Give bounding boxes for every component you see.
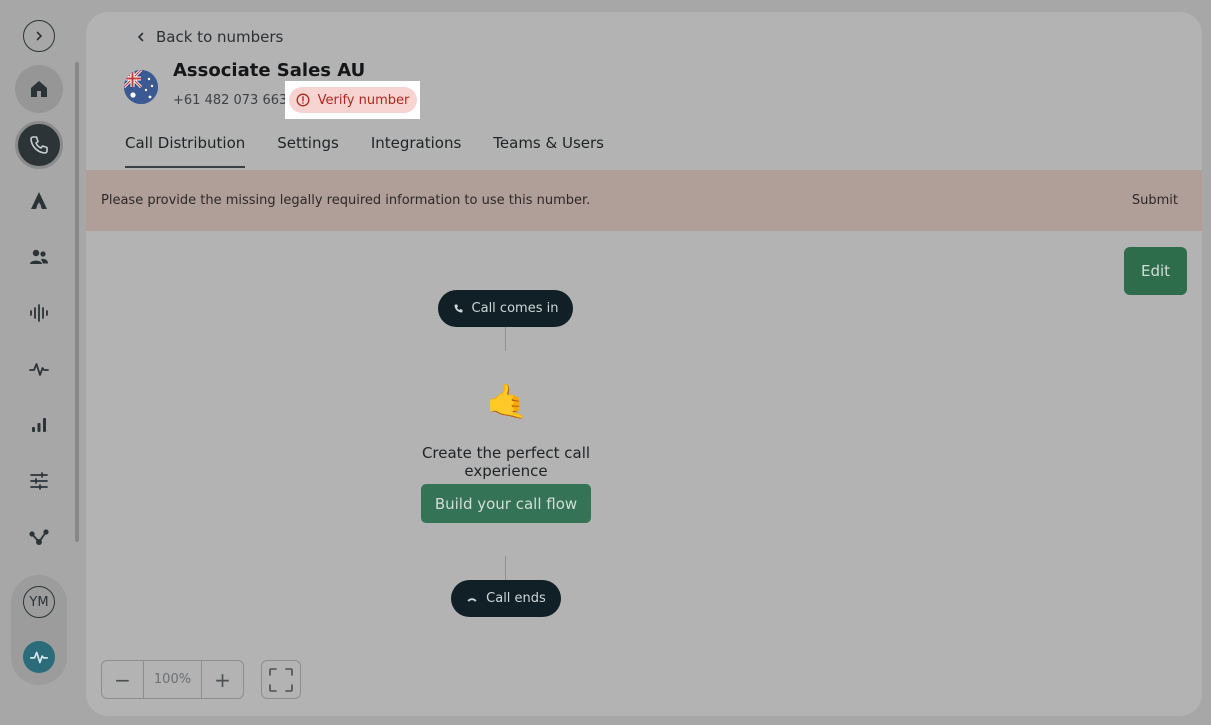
- tab-call-distribution[interactable]: Call Distribution: [125, 134, 246, 168]
- call-comes-in-label: Call comes in: [471, 301, 559, 316]
- status-button[interactable]: [23, 641, 55, 673]
- zoom-in-button[interactable]: +: [202, 661, 243, 698]
- alert-circle-icon: [296, 93, 310, 107]
- aircall-ai-icon: [31, 192, 47, 209]
- settings-sliders-icon: [30, 472, 48, 490]
- contacts-icon: [30, 249, 48, 264]
- call-ends-label: Call ends: [486, 591, 546, 606]
- nav-integrations[interactable]: [15, 513, 63, 561]
- activity-icon: [29, 363, 49, 376]
- avatar-initials: YM: [29, 594, 49, 610]
- build-call-flow-button[interactable]: Build your call flow: [421, 484, 591, 523]
- fit-to-screen-button[interactable]: [261, 660, 301, 699]
- analytics-icon: [32, 418, 46, 432]
- nav-analytics[interactable]: [15, 401, 63, 449]
- sidebar-scrollbar[interactable]: [75, 62, 79, 542]
- pulse-icon: [29, 651, 49, 664]
- zoom-out-button[interactable]: −: [102, 661, 143, 698]
- verify-number-badge-highlight: Verify number: [285, 81, 420, 119]
- nav-contacts[interactable]: [15, 233, 63, 281]
- tab-settings[interactable]: Settings: [277, 134, 339, 168]
- nav-settings[interactable]: [15, 457, 63, 505]
- call-me-hand-icon: 🤙: [486, 382, 529, 422]
- call-comes-in-node[interactable]: Call comes in: [438, 290, 573, 327]
- verify-number-button[interactable]: Verify number: [288, 87, 417, 113]
- edit-button[interactable]: Edit: [1124, 247, 1187, 295]
- avatar[interactable]: YM: [23, 586, 55, 618]
- nav-ai[interactable]: [15, 177, 63, 225]
- integrations-icon: [29, 529, 49, 545]
- nav-home[interactable]: [15, 65, 63, 113]
- main-panel: Back to numbers Associate Sales AU +61 4…: [86, 12, 1202, 716]
- page-title: Associate Sales AU: [173, 60, 366, 81]
- tab-bar: Call Distribution Settings Integrations …: [125, 134, 604, 168]
- left-nav-rail: YM: [0, 0, 80, 725]
- voice-icon: [30, 304, 48, 322]
- hang-up-icon: [467, 597, 477, 602]
- zoom-control: − 100% +: [101, 660, 244, 699]
- call-ends-node[interactable]: Call ends: [451, 580, 561, 617]
- nav-phone[interactable]: [15, 121, 63, 169]
- banner-submit-link[interactable]: Submit: [1132, 193, 1178, 208]
- zoom-level: 100%: [143, 661, 202, 698]
- verify-number-label: Verify number: [317, 92, 410, 108]
- empty-flow-heading: Create the perfect call experience: [421, 444, 591, 480]
- flow-connector-bottom: [505, 556, 506, 580]
- home-icon: [31, 81, 47, 97]
- legal-info-banner: Please provide the missing legally requi…: [86, 170, 1202, 231]
- australia-flag-icon: [124, 70, 158, 104]
- nav-activity[interactable]: [15, 345, 63, 393]
- phone-icon: [454, 304, 463, 313]
- tab-integrations[interactable]: Integrations: [371, 134, 461, 168]
- tab-teams-users[interactable]: Teams & Users: [493, 134, 604, 168]
- expand-sidebar-button[interactable]: [23, 20, 55, 52]
- back-link-label: Back to numbers: [156, 28, 284, 46]
- chevron-left-icon: [137, 32, 144, 42]
- chevron-right-icon: [36, 31, 43, 41]
- back-link[interactable]: Back to numbers: [136, 28, 283, 46]
- user-section: YM: [11, 575, 67, 685]
- phone-icon: [30, 136, 48, 154]
- flow-connector-top: [505, 327, 506, 351]
- phone-number: +61 482 073 663: [173, 93, 288, 108]
- fullscreen-icon: [269, 667, 293, 692]
- nav-voice[interactable]: [15, 289, 63, 337]
- banner-message: Please provide the missing legally requi…: [101, 193, 591, 208]
